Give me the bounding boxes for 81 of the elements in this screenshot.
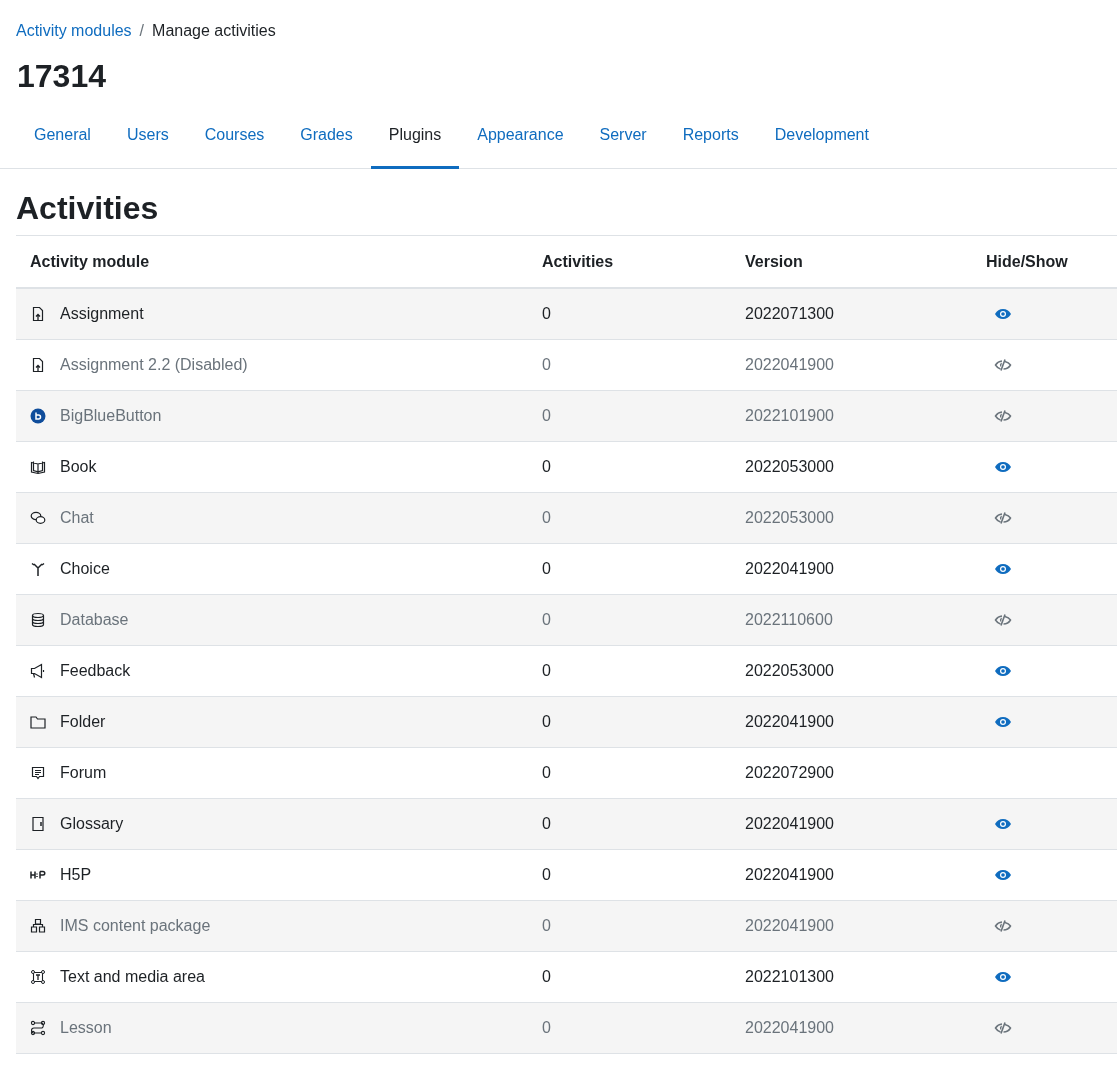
activity-count: 0 [528,594,731,646]
database-icon [30,612,46,628]
activity-count: 0 [528,1002,731,1054]
version-number: 2022053000 [731,492,972,544]
version-number: 2022041900 [731,798,972,850]
show-icon[interactable] [994,970,1012,984]
version-number: 2022071300 [731,288,972,340]
module-name: Folder [60,713,106,731]
show-icon[interactable] [994,715,1012,729]
message-icon [30,765,46,781]
document-upload-icon [30,306,46,322]
activity-count: 0 [528,441,731,493]
folder-icon [30,714,46,730]
show-icon[interactable] [994,868,1012,882]
nav-tab[interactable]: Development [756,112,887,169]
show-icon[interactable] [994,817,1012,831]
module-name: Chat [60,509,94,527]
activity-count: 0 [528,900,731,952]
path-icon [30,1020,46,1036]
breadcrumb-current: Manage activities [152,22,276,40]
activity-count: 0 [528,645,731,697]
text-frame-icon [30,969,46,985]
letter-b-circle-icon [30,408,46,424]
document-upload-icon [30,357,46,373]
branching-arrow-icon [30,561,46,577]
nav-tab[interactable]: Users [108,112,187,169]
activity-count: 0 [528,492,731,544]
version-number: 2022110600 [731,594,972,646]
activity-count: 0 [528,951,731,1003]
nav-tab[interactable]: Courses [186,112,283,169]
section-title: Activities [16,189,160,228]
version-number: 2022101900 [731,390,972,442]
nav-tab[interactable]: General [16,112,109,169]
version-number: 2022041900 [731,696,972,748]
module-name: Assignment [60,305,144,323]
breadcrumb-link[interactable]: Activity modules [16,22,132,40]
module-name: H5P [60,866,92,884]
show-icon[interactable] [994,460,1012,474]
version-number: 2022053000 [731,645,972,697]
version-number: 2022041900 [731,543,972,595]
module-name: Book [60,458,97,476]
nav-tab[interactable]: Appearance [459,112,582,169]
activity-count: 0 [528,339,731,391]
notebook-icon [30,816,46,832]
module-name: BigBlueButton [60,407,162,425]
show-icon[interactable] [994,307,1012,321]
version-number: 2022041900 [731,900,972,952]
module-name: Feedback [60,662,131,680]
nav-tab[interactable]: Reports [664,112,757,169]
version-number: 2022101300 [731,951,972,1003]
module-name: Glossary [60,815,124,833]
breadcrumb-separator: / [139,22,145,40]
version-number: 2022053000 [731,441,972,493]
speech-bubbles-icon [30,510,46,526]
version-number: 2022041900 [731,339,972,391]
book-icon [30,459,46,475]
module-name: Choice [60,560,110,578]
activity-count: 0 [528,798,731,850]
nav-tab[interactable]: Server [581,112,665,169]
nav-tab[interactable]: Grades [282,112,371,169]
version-number: 2022041900 [731,1002,972,1054]
module-name: Lesson [60,1019,112,1037]
module-name: Database [60,611,129,629]
activity-count: 0 [528,849,731,901]
version-number: 2022072900 [731,747,972,799]
module-name: Assignment 2.2 (Disabled) [60,356,248,374]
activity-count: 0 [528,696,731,748]
activity-count: 0 [528,288,731,340]
activity-count: 0 [528,747,731,799]
activity-count: 0 [528,543,731,595]
show-icon[interactable] [994,664,1012,678]
module-name: Text and media area [60,968,205,986]
module-name: IMS content package [60,917,211,935]
activity-count: 0 [528,390,731,442]
version-number: 2022041900 [731,849,972,901]
stacked-boxes-icon [30,918,46,934]
megaphone-icon [30,663,46,679]
show-icon[interactable] [994,562,1012,576]
nav-tab[interactable]: Plugins [370,112,460,169]
module-name: Forum [60,764,107,782]
page-title: 17314 [17,57,107,96]
